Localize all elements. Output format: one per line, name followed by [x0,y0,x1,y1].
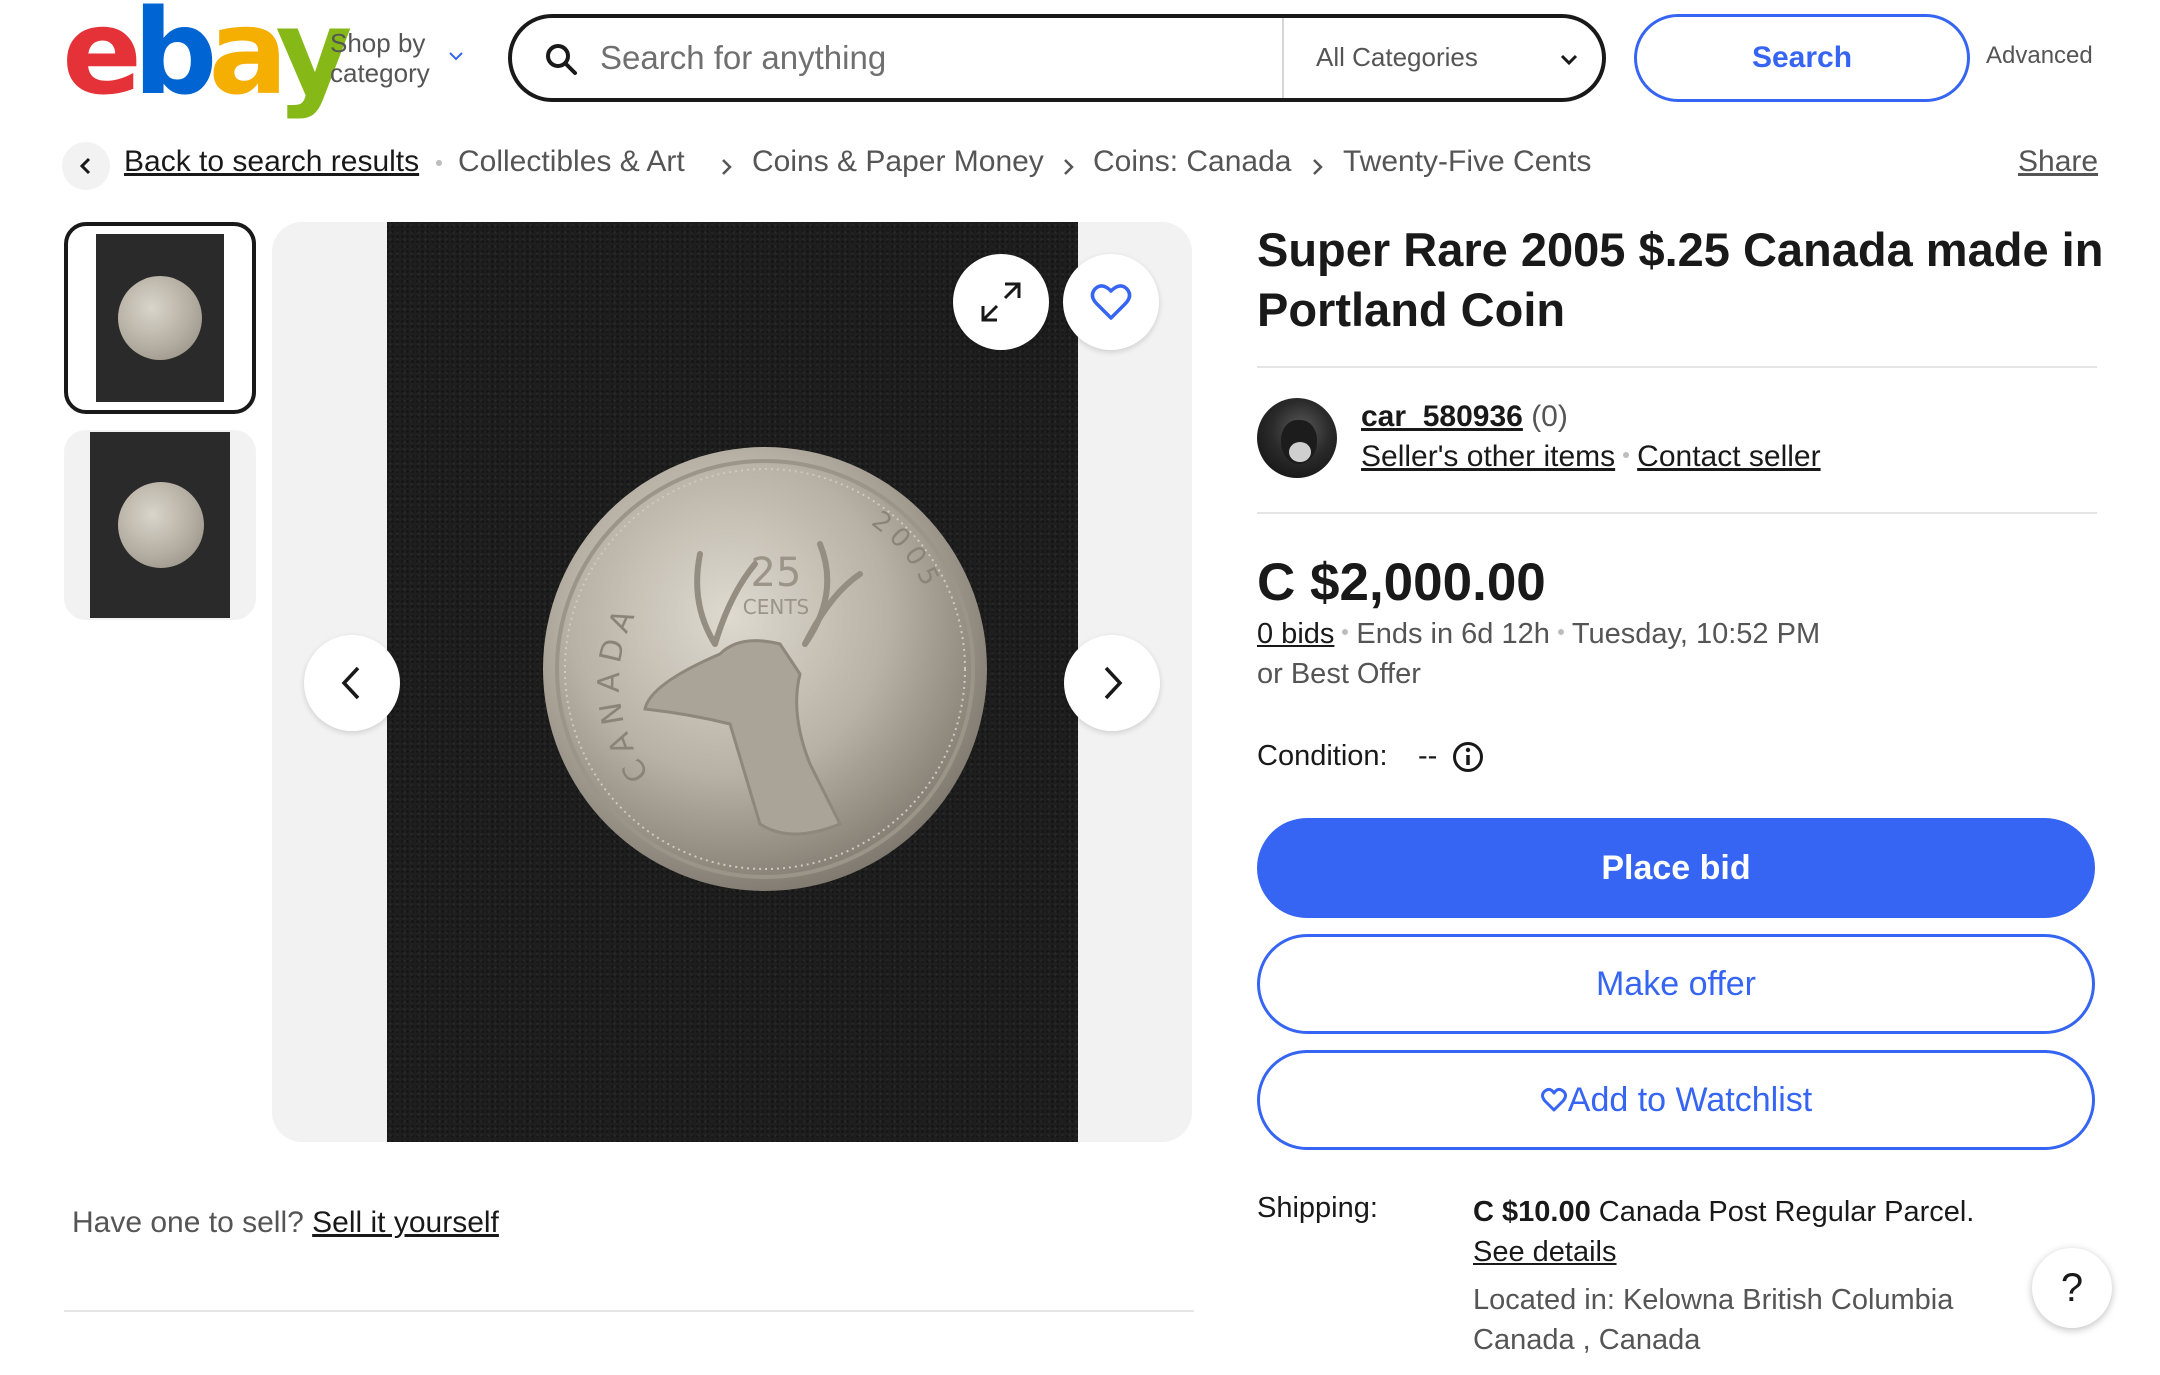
listing-title: Super Rare 2005 $.25 Canada made in Port… [1257,223,2104,336]
separator-dot [1623,452,1630,459]
heart-icon [1540,1087,1567,1112]
separator-dot [1342,629,1349,636]
location-line-2: Canada , Canada [1473,1324,1701,1356]
see-details-link[interactable]: See details [1473,1236,1617,1268]
sell-question: Have one to sell? [72,1206,304,1239]
search-bar: All Categories [508,14,1606,102]
condition-label: Condition: [1257,740,1388,772]
shipping-label: Shipping: [1257,1192,1378,1224]
contact-seller-link[interactable]: Contact seller [1637,440,1820,473]
back-to-search-link[interactable]: Back to search results [124,145,419,179]
place-bid-button[interactable]: Place bid [1257,818,2095,918]
condition-value: -- [1418,740,1438,772]
coin-value-text: 25 [751,550,802,596]
expand-icon [981,282,1021,322]
sell-it-yourself-link[interactable]: Sell it yourself [312,1206,499,1239]
item-location: Located in: Kelowna British Columbia Can… [1473,1280,2093,1360]
ends-in: Ends in 6d 12h [1356,618,1550,650]
next-image-button[interactable] [1064,635,1160,731]
share-link[interactable]: Share [2018,145,2098,179]
seller-links: Seller's other items Contact seller [1361,440,1821,474]
chevron-left-icon [79,157,91,175]
chevron-right-icon [722,159,732,175]
best-offer-text: or Best Offer [1257,658,1421,690]
end-time: Tuesday, 10:52 PM [1571,618,1821,650]
help-button[interactable]: ? [2032,1248,2112,1328]
bids-link[interactable]: 0 bids [1257,618,1334,650]
sell-prompt: Have one to sell? Sell it yourself [72,1206,499,1240]
logo-letter-b: b [133,0,218,121]
seller-avatar[interactable] [1257,398,1337,478]
back-button[interactable] [62,142,110,190]
expand-button[interactable] [953,254,1049,350]
thumbnail-image [90,432,230,618]
main-photo[interactable]: CANADA 2005 25 CENTS [387,222,1078,1142]
location-line-1: Located in: Kelowna British Columbia [1473,1284,1954,1316]
breadcrumb-item-twenty-five-cents[interactable]: Twenty-Five Cents [1343,145,1591,179]
coin-image [118,276,202,360]
shipping-details: C $10.00 Canada Post Regular Parcel. See… [1473,1192,2093,1272]
divider [64,1310,1194,1312]
image-gallery: CANADA 2005 25 CENTS [272,222,1192,1142]
seller-feedback-count: (0) [1531,400,1568,433]
current-price: C $2,000.00 [1257,553,1546,612]
seller-username-link[interactable]: car_580936 [1361,400,1523,433]
ebay-logo[interactable]: ebay [62,0,352,111]
add-to-watchlist-button[interactable]: Add to Watchlist [1257,1050,2095,1150]
search-button[interactable]: Search [1634,14,1970,102]
previous-image-button[interactable] [304,635,400,731]
logo-letter-a: a [208,0,285,121]
bid-info: 0 bids Ends in 6d 12h Tuesday, 10:52 PM [1257,618,1820,651]
thumbnail-2[interactable] [64,430,256,620]
category-label: category [330,58,430,88]
breadcrumb-item-collectibles[interactable]: Collectibles & Art [458,145,685,179]
shop-by-label: Shop by [330,28,426,58]
thumbnail-1[interactable] [64,222,256,414]
info-icon[interactable] [1452,741,1484,773]
breadcrumb-item-coins-canada[interactable]: Coins: Canada [1093,145,1291,179]
divider [1257,512,2097,514]
seller-info: car_580936 (0) [1361,400,1568,434]
search-input[interactable] [600,32,1200,84]
coin-cents-text: CENTS [743,595,809,619]
chevron-left-icon [341,666,360,700]
chevron-down-icon [1560,54,1578,66]
coin-image: CANADA 2005 25 CENTS [543,447,987,891]
thumbnail-image [96,234,224,402]
shop-by-category-button[interactable]: Shop by category [330,28,463,88]
make-offer-button[interactable]: Make offer [1257,934,2095,1034]
search-divider [1282,18,1284,98]
seller-other-items-link[interactable]: Seller's other items [1361,440,1615,473]
watchlist-label: Add to Watchlist [1567,1081,1813,1119]
shipping-method: Canada Post Regular Parcel. [1598,1196,1975,1228]
shipping-price: C $10.00 [1473,1196,1591,1228]
advanced-search-link[interactable]: Advanced [1986,42,2093,70]
separator-dot [1557,629,1564,636]
chevron-right-icon [1104,666,1123,700]
breadcrumb-item-coins-paper-money[interactable]: Coins & Paper Money [752,145,1044,179]
watch-heart-button[interactable] [1063,254,1159,350]
breadcrumb-separator [436,160,442,166]
heart-icon [1090,284,1132,320]
divider [1257,366,2097,368]
category-select[interactable]: All Categories [1316,42,1478,73]
chevron-right-icon [1313,159,1323,175]
chevron-right-icon [1064,159,1074,175]
coin-image [118,482,204,568]
avatar-snout [1289,442,1311,462]
chevron-down-icon [449,52,463,61]
search-icon [546,44,577,75]
logo-letter-e: e [62,0,142,121]
